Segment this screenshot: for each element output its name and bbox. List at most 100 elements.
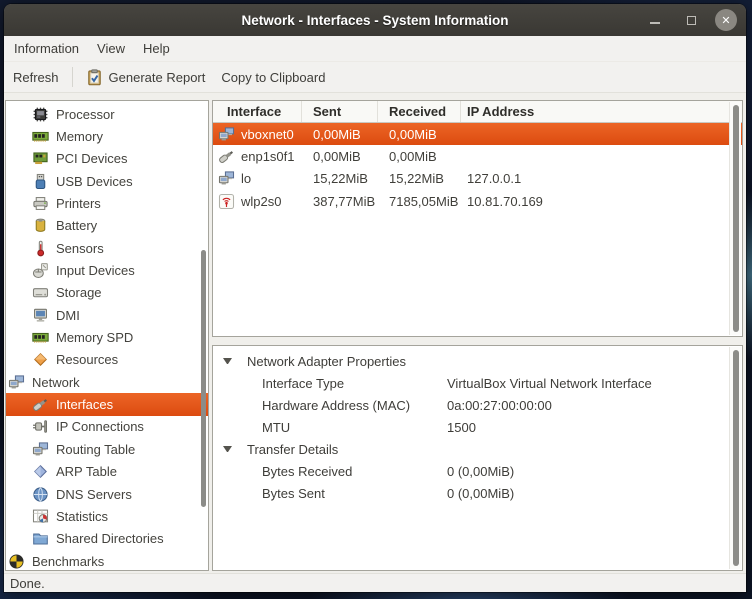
sidebar-item-label: IP Connections (56, 419, 144, 434)
interface-name: vboxnet0 (241, 127, 294, 142)
sidebar-item-usb-devices[interactable]: USB Devices (6, 170, 208, 192)
sidebar-item-label: PCI Devices (56, 151, 128, 166)
sidebar-item-storage[interactable]: Storage (6, 282, 208, 304)
property-row-hardware-address-mac-[interactable]: Hardware Address (MAC)0a:00:27:00:00:00 (213, 394, 742, 416)
sidebar-item-memory-spd[interactable]: Memory SPD (6, 326, 208, 348)
interface-cell: lo (213, 170, 302, 187)
expander-triangle-icon[interactable] (223, 446, 232, 452)
column-header-sent[interactable]: Sent (302, 101, 378, 122)
property-label: MTU (262, 420, 447, 435)
interface-name: lo (241, 171, 251, 186)
interface-cell: vboxnet0 (213, 126, 302, 143)
sidebar-item-ip-connections[interactable]: IP Connections (6, 416, 208, 438)
sidebar-item-processor[interactable]: Processor (6, 103, 208, 125)
table-scrollbar[interactable] (729, 102, 741, 335)
sidebar-item-label: Network (32, 375, 80, 390)
property-section-title: Network Adapter Properties (247, 354, 406, 369)
table-scrollbar-handle[interactable] (733, 105, 739, 332)
copy-to-clipboard-button[interactable]: Copy to Clipboard (217, 67, 329, 88)
generate-report-label: Generate Report (109, 70, 206, 85)
window-controls: ✕ (646, 4, 737, 36)
sidebar-item-pci-devices[interactable]: PCI Devices (6, 148, 208, 170)
sidebar-item-routing-table[interactable]: Routing Table (6, 438, 208, 460)
generate-report-button[interactable]: Generate Report (82, 66, 210, 89)
plug-icon (32, 418, 49, 435)
received-cell: 0,00MiB (378, 149, 461, 164)
property-row-bytes-received[interactable]: Bytes Received0 (0,00MiB) (213, 460, 742, 482)
maximize-button[interactable] (682, 9, 700, 31)
connector-icon (32, 396, 49, 413)
properties-panel: Network Adapter Properties Interface Type… (212, 345, 743, 571)
sidebar-item-label: Sensors (56, 241, 104, 256)
sidebar-item-label: Shared Directories (56, 531, 164, 546)
sidebar-item-label: Storage (56, 285, 102, 300)
properties-scrollbar[interactable] (729, 347, 741, 569)
column-header-received[interactable]: Received (378, 101, 461, 122)
sidebar-item-battery[interactable]: Battery (6, 215, 208, 237)
globe-icon (32, 486, 49, 503)
table-row-enp1s0f1[interactable]: enp1s0f1 0,00MiB0,00MiB (213, 145, 742, 167)
sidebar-item-dns-servers[interactable]: DNS Servers (6, 483, 208, 505)
sidebar-item-arp-table[interactable]: ARP Table (6, 461, 208, 483)
menu-view[interactable]: View (88, 36, 134, 61)
memory-icon (32, 128, 49, 145)
statistics-icon (32, 508, 49, 525)
property-section-transfer-details[interactable]: Transfer Details (213, 438, 742, 460)
property-value: 1500 (447, 420, 476, 435)
battery-icon (32, 217, 49, 234)
column-header-ip-address[interactable]: IP Address (461, 101, 742, 122)
sent-cell: 387,77MiB (302, 194, 378, 209)
sidebar-item-benchmarks[interactable]: Benchmarks (6, 550, 208, 571)
property-section-network-adapter-properties[interactable]: Network Adapter Properties (213, 350, 742, 372)
titlebar[interactable]: Network - Interfaces - System Informatio… (4, 4, 746, 36)
property-value: VirtualBox Virtual Network Interface (447, 376, 652, 391)
property-row-bytes-sent[interactable]: Bytes Sent0 (0,00MiB) (213, 482, 742, 504)
table-row-vboxnet0[interactable]: vboxnet00,00MiB0,00MiB (213, 123, 742, 145)
sidebar-item-label: Interfaces (56, 397, 113, 412)
table-row-lo[interactable]: lo15,22MiB15,22MiB127.0.0.1 (213, 168, 742, 190)
sidebar-item-resources[interactable]: Resources (6, 349, 208, 371)
sidebar-item-network[interactable]: Network (6, 371, 208, 393)
maximize-icon (687, 16, 696, 25)
folder-icon (32, 530, 49, 547)
minimize-icon (650, 22, 660, 24)
sidebar-item-sensors[interactable]: Sensors (6, 237, 208, 259)
sidebar-item-shared-directories[interactable]: Shared Directories (6, 528, 208, 550)
sidebar-item-printers[interactable]: Printers (6, 192, 208, 214)
sidebar-item-memory[interactable]: Memory (6, 125, 208, 147)
sidebar-item-statistics[interactable]: Statistics (6, 505, 208, 527)
refresh-button[interactable]: Refresh (9, 67, 63, 88)
expander-triangle-icon[interactable] (223, 358, 232, 364)
close-button[interactable]: ✕ (715, 9, 737, 31)
sidebar-item-interfaces[interactable]: Interfaces (6, 393, 208, 415)
menu-information[interactable]: Information (5, 36, 88, 61)
storage-icon (32, 284, 49, 301)
property-label: Interface Type (262, 376, 447, 391)
sidebar-scrollbar[interactable] (201, 250, 206, 507)
properties-scrollbar-handle[interactable] (733, 350, 739, 566)
desktop-background: Network - Interfaces - System Informatio… (0, 0, 752, 599)
sidebar-item-input-devices[interactable]: Input Devices (6, 259, 208, 281)
sidebar-item-label: Benchmarks (32, 554, 104, 569)
sidebar-item-dmi[interactable]: DMI (6, 304, 208, 326)
toolbar-separator (72, 67, 73, 87)
interface-cell: enp1s0f1 (213, 148, 302, 165)
network-computers-icon (218, 170, 235, 187)
received-cell: 0,00MiB (378, 127, 461, 142)
toolbar: Refresh Generate Report Copy to Clipboar… (4, 62, 746, 93)
menu-help[interactable]: Help (134, 36, 179, 61)
property-row-interface-type[interactable]: Interface TypeVirtualBox Virtual Network… (213, 372, 742, 394)
sidebar-item-label: Routing Table (56, 442, 135, 457)
column-header-interface[interactable]: Interface (213, 101, 302, 122)
interface-name: enp1s0f1 (241, 149, 295, 164)
sidebar-item-label: Battery (56, 218, 97, 233)
sidebar-item-label: Memory SPD (56, 330, 133, 345)
minimize-button[interactable] (646, 9, 664, 31)
table-row-wlp2s0[interactable]: wlp2s0387,77MiB7185,05MiB10.81.70.169 (213, 190, 742, 212)
status-text: Done. (10, 576, 45, 591)
property-row-mtu[interactable]: MTU1500 (213, 416, 742, 438)
sent-cell: 0,00MiB (302, 149, 378, 164)
sidebar-item-label: Resources (56, 352, 118, 367)
sidebar-item-label: Printers (56, 196, 101, 211)
interface-cell: wlp2s0 (213, 193, 302, 210)
